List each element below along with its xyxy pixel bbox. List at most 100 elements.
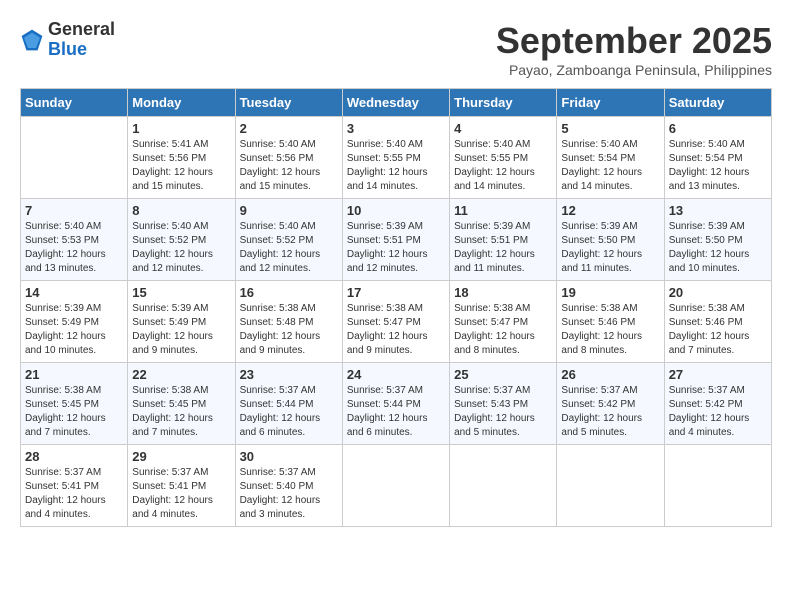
day-info: Sunrise: 5:37 AM Sunset: 5:41 PM Dayligh… [25, 466, 123, 522]
calendar-cell: 10 Sunrise: 5:39 AM Sunset: 5:51 PM Dayli… [342, 199, 449, 281]
calendar-cell: 11 Sunrise: 5:39 AM Sunset: 5:51 PM Dayli… [450, 199, 557, 281]
day-number: 12 [561, 203, 659, 218]
calendar-cell: 12 Sunrise: 5:39 AM Sunset: 5:50 PM Dayli… [557, 199, 664, 281]
day-number: 20 [669, 285, 767, 300]
header-sunday: Sunday [21, 89, 128, 117]
calendar-cell: 17 Sunrise: 5:38 AM Sunset: 5:47 PM Dayli… [342, 281, 449, 363]
calendar-cell: 7 Sunrise: 5:40 AM Sunset: 5:53 PM Daylig… [21, 199, 128, 281]
day-number: 15 [132, 285, 230, 300]
header-monday: Monday [128, 89, 235, 117]
header-wednesday: Wednesday [342, 89, 449, 117]
day-info: Sunrise: 5:38 AM Sunset: 5:47 PM Dayligh… [454, 302, 552, 358]
day-number: 22 [132, 367, 230, 382]
calendar-cell: 20 Sunrise: 5:38 AM Sunset: 5:46 PM Dayli… [664, 281, 771, 363]
day-number: 30 [240, 449, 338, 464]
day-number: 3 [347, 121, 445, 136]
calendar-cell: 21 Sunrise: 5:38 AM Sunset: 5:45 PM Dayli… [21, 363, 128, 445]
header-saturday: Saturday [664, 89, 771, 117]
calendar-cell: 4Sunrise: 5:40 AM Sunset: 5:55 PM Daylig… [450, 117, 557, 199]
day-info: Sunrise: 5:40 AM Sunset: 5:56 PM Dayligh… [240, 138, 338, 194]
day-number: 2 [240, 121, 338, 136]
week-row-3: 14 Sunrise: 5:39 AM Sunset: 5:49 PM Dayli… [21, 281, 772, 363]
day-info: Sunrise: 5:40 AM Sunset: 5:52 PM Dayligh… [240, 220, 338, 276]
day-info: Sunrise: 5:37 AM Sunset: 5:42 PM Dayligh… [669, 384, 767, 440]
calendar-cell: 6 Sunrise: 5:40 AM Sunset: 5:54 PM Daylig… [664, 117, 771, 199]
title-block: September 2025 Payao, Zamboanga Peninsul… [496, 20, 772, 78]
day-number: 25 [454, 367, 552, 382]
calendar-cell: 27 Sunrise: 5:37 AM Sunset: 5:42 PM Dayli… [664, 363, 771, 445]
day-info: Sunrise: 5:39 AM Sunset: 5:51 PM Dayligh… [347, 220, 445, 276]
day-number: 11 [454, 203, 552, 218]
day-info: Sunrise: 5:38 AM Sunset: 5:45 PM Dayligh… [25, 384, 123, 440]
week-row-4: 21 Sunrise: 5:38 AM Sunset: 5:45 PM Dayli… [21, 363, 772, 445]
day-info: Sunrise: 5:38 AM Sunset: 5:46 PM Dayligh… [669, 302, 767, 358]
logo-icon [20, 28, 44, 52]
day-info: Sunrise: 5:37 AM Sunset: 5:42 PM Dayligh… [561, 384, 659, 440]
day-info: Sunrise: 5:37 AM Sunset: 5:43 PM Dayligh… [454, 384, 552, 440]
day-number: 27 [669, 367, 767, 382]
day-number: 29 [132, 449, 230, 464]
day-info: Sunrise: 5:37 AM Sunset: 5:41 PM Dayligh… [132, 466, 230, 522]
day-info: Sunrise: 5:40 AM Sunset: 5:55 PM Dayligh… [454, 138, 552, 194]
day-info: Sunrise: 5:39 AM Sunset: 5:51 PM Dayligh… [454, 220, 552, 276]
week-row-2: 7 Sunrise: 5:40 AM Sunset: 5:53 PM Daylig… [21, 199, 772, 281]
header-thursday: Thursday [450, 89, 557, 117]
month-title: September 2025 [496, 20, 772, 62]
day-number: 9 [240, 203, 338, 218]
calendar-cell: 9 Sunrise: 5:40 AM Sunset: 5:52 PM Daylig… [235, 199, 342, 281]
day-number: 17 [347, 285, 445, 300]
day-number: 1 [132, 121, 230, 136]
day-number: 10 [347, 203, 445, 218]
day-info: Sunrise: 5:41 AM Sunset: 5:56 PM Dayligh… [132, 138, 230, 194]
day-number: 28 [25, 449, 123, 464]
calendar-cell: 19 Sunrise: 5:38 AM Sunset: 5:46 PM Dayli… [557, 281, 664, 363]
day-info: Sunrise: 5:37 AM Sunset: 5:44 PM Dayligh… [240, 384, 338, 440]
day-number: 26 [561, 367, 659, 382]
day-info: Sunrise: 5:40 AM Sunset: 5:54 PM Dayligh… [669, 138, 767, 194]
day-number: 23 [240, 367, 338, 382]
day-number: 8 [132, 203, 230, 218]
calendar-cell: 26 Sunrise: 5:37 AM Sunset: 5:42 PM Dayli… [557, 363, 664, 445]
calendar-cell [557, 445, 664, 527]
day-info: Sunrise: 5:39 AM Sunset: 5:49 PM Dayligh… [132, 302, 230, 358]
page-header: General Blue September 2025 Payao, Zambo… [20, 20, 772, 78]
day-number: 14 [25, 285, 123, 300]
day-number: 6 [669, 121, 767, 136]
calendar-cell: 13 Sunrise: 5:39 AM Sunset: 5:50 PM Dayli… [664, 199, 771, 281]
day-info: Sunrise: 5:39 AM Sunset: 5:50 PM Dayligh… [669, 220, 767, 276]
day-number: 5 [561, 121, 659, 136]
location-subtitle: Payao, Zamboanga Peninsula, Philippines [496, 62, 772, 78]
day-info: Sunrise: 5:39 AM Sunset: 5:50 PM Dayligh… [561, 220, 659, 276]
header-tuesday: Tuesday [235, 89, 342, 117]
day-number: 16 [240, 285, 338, 300]
day-number: 7 [25, 203, 123, 218]
calendar-cell: 5Sunrise: 5:40 AM Sunset: 5:54 PM Daylig… [557, 117, 664, 199]
calendar-cell: 25 Sunrise: 5:37 AM Sunset: 5:43 PM Dayli… [450, 363, 557, 445]
calendar-cell: 16 Sunrise: 5:38 AM Sunset: 5:48 PM Dayli… [235, 281, 342, 363]
calendar-cell: 30Sunrise: 5:37 AM Sunset: 5:40 PM Dayli… [235, 445, 342, 527]
week-row-1: 1 Sunrise: 5:41 AM Sunset: 5:56 PM Daylig… [21, 117, 772, 199]
day-number: 24 [347, 367, 445, 382]
day-info: Sunrise: 5:40 AM Sunset: 5:53 PM Dayligh… [25, 220, 123, 276]
calendar-cell [664, 445, 771, 527]
calendar-header-row: SundayMondayTuesdayWednesdayThursdayFrid… [21, 89, 772, 117]
calendar-cell: 8Sunrise: 5:40 AM Sunset: 5:52 PM Daylig… [128, 199, 235, 281]
calendar-cell [342, 445, 449, 527]
calendar-cell: 24Sunrise: 5:37 AM Sunset: 5:44 PM Dayli… [342, 363, 449, 445]
day-number: 18 [454, 285, 552, 300]
day-info: Sunrise: 5:38 AM Sunset: 5:47 PM Dayligh… [347, 302, 445, 358]
day-info: Sunrise: 5:38 AM Sunset: 5:48 PM Dayligh… [240, 302, 338, 358]
calendar-cell: 28 Sunrise: 5:37 AM Sunset: 5:41 PM Dayli… [21, 445, 128, 527]
calendar-cell: 2 Sunrise: 5:40 AM Sunset: 5:56 PM Daylig… [235, 117, 342, 199]
logo: General Blue [20, 20, 115, 60]
calendar-table: SundayMondayTuesdayWednesdayThursdayFrid… [20, 88, 772, 527]
calendar-cell: 14Sunrise: 5:39 AM Sunset: 5:49 PM Dayli… [21, 281, 128, 363]
day-number: 13 [669, 203, 767, 218]
day-number: 21 [25, 367, 123, 382]
day-info: Sunrise: 5:38 AM Sunset: 5:46 PM Dayligh… [561, 302, 659, 358]
day-number: 19 [561, 285, 659, 300]
week-row-5: 28 Sunrise: 5:37 AM Sunset: 5:41 PM Dayli… [21, 445, 772, 527]
calendar-cell: 15 Sunrise: 5:39 AM Sunset: 5:49 PM Dayli… [128, 281, 235, 363]
day-info: Sunrise: 5:40 AM Sunset: 5:55 PM Dayligh… [347, 138, 445, 194]
calendar-cell: 29 Sunrise: 5:37 AM Sunset: 5:41 PM Dayli… [128, 445, 235, 527]
